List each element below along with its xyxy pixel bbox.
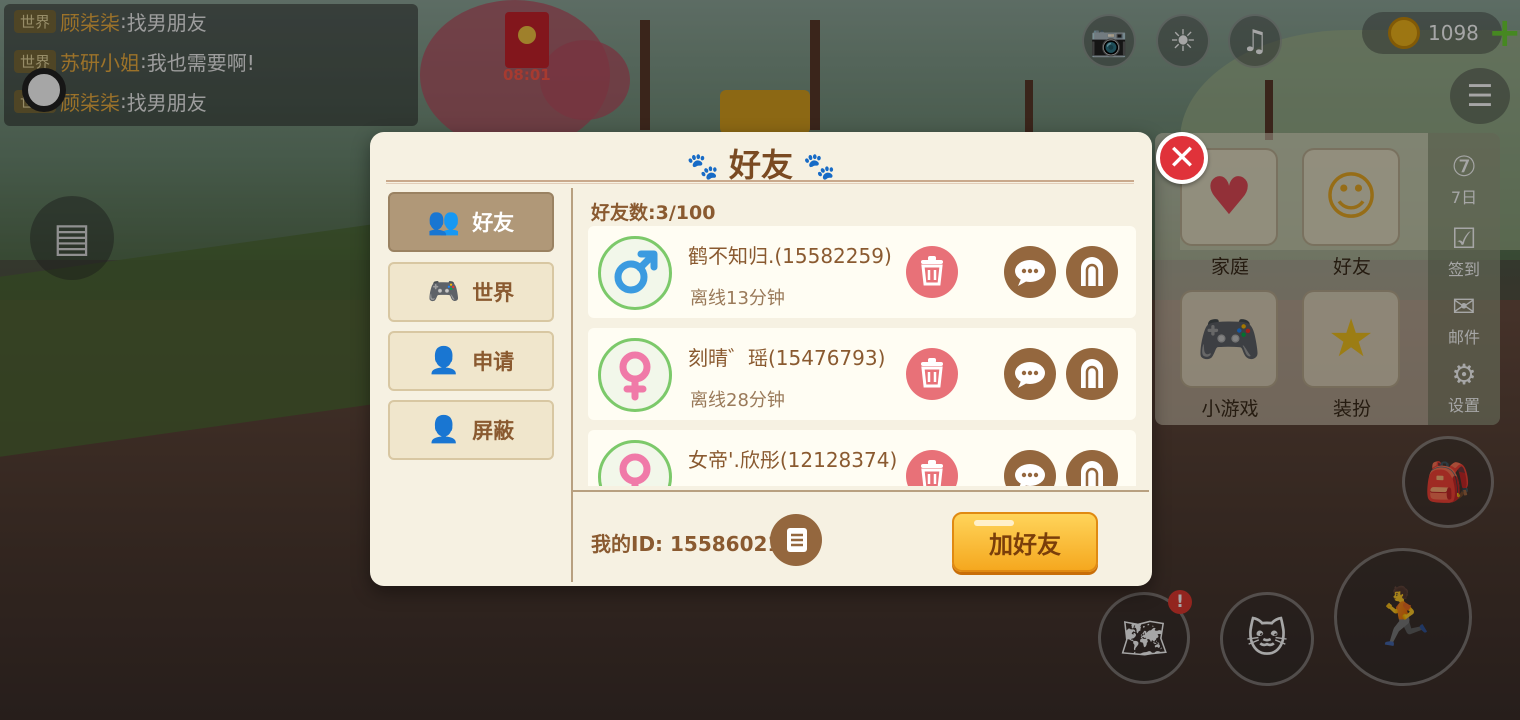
trash-icon (921, 256, 943, 286)
gamepad-icon: 🎮 (427, 277, 461, 307)
title-divider (386, 180, 1134, 184)
friend-row[interactable]: 女帝'.欣彤(12128374) (588, 430, 1136, 486)
close-dialog-button[interactable]: ✕ (1156, 132, 1208, 184)
chat-bubble-icon (1015, 464, 1045, 486)
footer-divider (573, 490, 1149, 492)
female-icon (598, 440, 672, 486)
delete-friend-button[interactable] (906, 450, 958, 486)
paw-icon: 🐾 (803, 152, 836, 182)
friend-status: 离线28分钟 (690, 390, 785, 411)
female-icon (598, 338, 672, 412)
visit-home-button[interactable] (1066, 450, 1118, 486)
chat-bubble-icon (1015, 260, 1045, 286)
friend-name: 女帝'.欣彤(12128374) (688, 448, 898, 472)
dialog-title: 好友 (728, 146, 793, 184)
tab-requests[interactable]: 👤 申请 (388, 331, 554, 391)
friends-dialog: 🐾 好友 🐾 👥 好友 🎮 世界 👤 申请 👤 屏蔽 好友数:3/100 鹤不知… (370, 132, 1152, 586)
chat-friend-button[interactable] (1004, 348, 1056, 400)
tab-label: 申请 (472, 350, 515, 374)
trash-icon (921, 358, 943, 388)
add-friend-button[interactable]: 加好友 (952, 512, 1098, 572)
copy-icon (787, 528, 807, 552)
friend-name: 刻晴゛瑶(15476793) (688, 346, 886, 370)
chat-friend-button[interactable] (1004, 450, 1056, 486)
my-id: 我的ID: 15586021 (591, 532, 782, 556)
door-icon (1081, 359, 1103, 388)
friend-name: 鹤不知归.(15582259) (688, 244, 892, 268)
door-icon (1081, 257, 1103, 286)
tab-label: 好友 (472, 211, 515, 235)
friend-status: 离线13分钟 (690, 288, 785, 309)
tab-label: 世界 (472, 281, 515, 305)
friend-count: 好友数:3/100 (591, 202, 716, 224)
add-user-icon: 👤 (427, 346, 461, 376)
delete-friend-button[interactable] (906, 348, 958, 400)
tab-label: 屏蔽 (472, 419, 515, 443)
chat-bubble-icon (1015, 362, 1045, 388)
door-icon (1081, 461, 1103, 486)
friend-row[interactable]: 刻晴゛瑶(15476793) 离线28分钟 (588, 328, 1136, 420)
friend-list[interactable]: 鹤不知归.(15582259) 离线13分钟 刻晴゛瑶(15476793) 离线… (588, 226, 1136, 486)
visit-home-button[interactable] (1066, 246, 1118, 298)
trash-icon (921, 460, 943, 486)
paw-icon: 🐾 (686, 152, 719, 182)
friends-icon: 👥 (427, 207, 461, 237)
tab-friends[interactable]: 👥 好友 (388, 192, 554, 252)
visit-home-button[interactable] (1066, 348, 1118, 400)
male-icon (598, 236, 672, 310)
copy-id-button[interactable] (770, 514, 822, 566)
block-user-icon: 👤 (427, 415, 461, 445)
tab-blocked[interactable]: 👤 屏蔽 (388, 400, 554, 460)
delete-friend-button[interactable] (906, 246, 958, 298)
tab-divider (571, 188, 573, 582)
friend-row[interactable]: 鹤不知归.(15582259) 离线13分钟 (588, 226, 1136, 318)
chat-friend-button[interactable] (1004, 246, 1056, 298)
tab-world[interactable]: 🎮 世界 (388, 262, 554, 322)
